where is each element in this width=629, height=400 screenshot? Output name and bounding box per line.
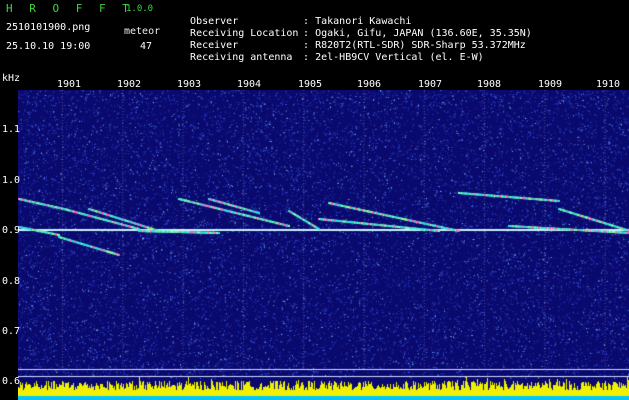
x-tick-label: 1901 (57, 79, 82, 90)
y-axis-unit: kHz (2, 73, 21, 84)
x-tick-label: 1903 (177, 79, 202, 90)
x-tick-label: 1905 (298, 79, 323, 90)
app-title: H R O F F T (6, 2, 134, 15)
meteor-count: 47 (140, 41, 153, 52)
x-tick-label: 1908 (477, 79, 502, 90)
x-tick-label: 1904 (237, 79, 262, 90)
x-tick-label: 1910 (596, 79, 621, 90)
x-tick-label: 1907 (418, 79, 443, 90)
info-value: : 2el-HB9CV Vertical (el. E-W) (303, 52, 484, 63)
y-tick-label: 0.9 (2, 225, 21, 236)
y-tick-label: 0.8 (2, 276, 21, 287)
x-tick-label: 1906 (357, 79, 382, 90)
meteor-label: meteor (124, 26, 161, 37)
file-name: 2510101900.png (6, 22, 91, 33)
y-tick-label: 1.1 (2, 124, 21, 135)
y-tick-label: 0.7 (2, 326, 21, 337)
spectrogram-canvas (18, 90, 629, 400)
info-key: Receiving antenna (190, 52, 293, 63)
y-tick-label: 0.6 (2, 376, 21, 387)
y-tick-label: 1.0 (2, 175, 21, 186)
info-row-antenna: Receiving antenna : 2el-HB9CV Vertical (e… (178, 41, 484, 63)
observation-datetime: 25.10.10 19:00 (6, 41, 91, 52)
x-tick-label: 1909 (538, 79, 563, 90)
app-version: 1.0.0 (126, 4, 154, 14)
x-tick-label: 1902 (117, 79, 142, 90)
